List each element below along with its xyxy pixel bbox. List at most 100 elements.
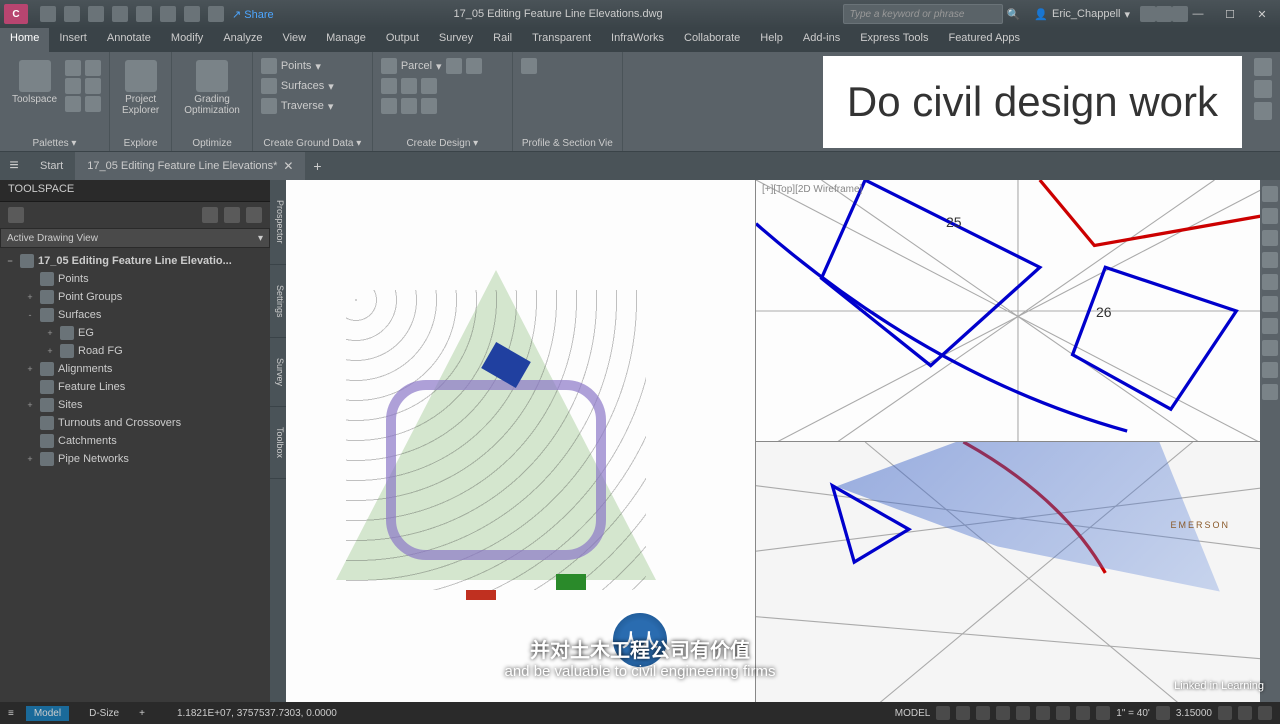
traverse-dropdown[interactable]: Traverse ▾ — [261, 98, 364, 114]
design-icon[interactable] — [401, 78, 417, 94]
doctab-menu-icon[interactable]: ≡ — [0, 152, 28, 180]
nav-icon[interactable] — [1262, 274, 1278, 290]
sb-icon[interactable] — [1056, 706, 1070, 720]
apps-icon[interactable] — [1156, 6, 1172, 22]
tab-survey[interactable]: Survey — [429, 28, 483, 52]
close-button[interactable]: ✕ — [1252, 4, 1272, 24]
project-explorer-button[interactable]: Project Explorer — [118, 56, 163, 120]
search-icon[interactable]: 🔍 — [1007, 8, 1021, 21]
save-icon[interactable] — [88, 6, 104, 22]
nav-icon[interactable] — [1262, 230, 1278, 246]
tree-node-surfaces[interactable]: -Surfaces — [4, 306, 266, 324]
sidetab-survey[interactable]: Survey — [270, 338, 286, 407]
user-menu[interactable]: 👤 Eric_Chappell ▾ — [1034, 8, 1130, 21]
tab-rail[interactable]: Rail — [483, 28, 522, 52]
tree-node-turnouts[interactable]: Turnouts and Crossovers — [4, 414, 266, 432]
tab-featured[interactable]: Featured Apps — [938, 28, 1030, 52]
nav-icon[interactable] — [1262, 296, 1278, 312]
saveas-icon[interactable] — [112, 6, 128, 22]
design-icon[interactable] — [466, 58, 482, 74]
tree-node-alignments[interactable]: +Alignments — [4, 360, 266, 378]
nav-icon[interactable] — [1262, 208, 1278, 224]
tab-addins[interactable]: Add-ins — [793, 28, 850, 52]
tab-infraworks[interactable]: InfraWorks — [601, 28, 674, 52]
design-icon[interactable] — [421, 98, 437, 114]
tab-active-doc[interactable]: 17_05 Editing Feature Line Elevations* ✕ — [75, 152, 305, 180]
tree-node-featurelines[interactable]: Feature Lines — [4, 378, 266, 396]
viewport-label[interactable]: [+][Top][2D Wireframe] — [762, 184, 862, 195]
surfaces-dropdown[interactable]: Surfaces ▾ — [261, 78, 364, 94]
plot-icon[interactable] — [136, 6, 152, 22]
nav-icon[interactable] — [1262, 252, 1278, 268]
minimize-button[interactable]: — — [1188, 4, 1208, 24]
tree-node-eg[interactable]: +EG — [4, 324, 266, 342]
nav-icon[interactable] — [1262, 186, 1278, 202]
tree-node-roadfg[interactable]: +Road FG — [4, 342, 266, 360]
tab-start[interactable]: Start — [28, 152, 75, 180]
ts-tool-icon[interactable] — [202, 207, 218, 223]
palette-icon[interactable] — [65, 96, 81, 112]
nav-icon[interactable] — [1262, 318, 1278, 334]
tab-manage[interactable]: Manage — [316, 28, 376, 52]
sb-icon[interactable] — [1016, 706, 1030, 720]
palette-icon[interactable] — [65, 78, 81, 94]
redo-icon[interactable] — [208, 6, 224, 22]
grading-opt-button[interactable]: Grading Optimization — [180, 56, 244, 120]
new-icon[interactable] — [40, 6, 56, 22]
sb-icon[interactable] — [996, 706, 1010, 720]
model-indicator[interactable]: MODEL — [895, 708, 931, 719]
view-selector[interactable]: Active Drawing View▾ — [0, 228, 270, 248]
ribbon-tool-icon[interactable] — [1254, 80, 1272, 98]
undo-icon[interactable] — [184, 6, 200, 22]
ribbon-tool-icon[interactable] — [1254, 102, 1272, 120]
design-icon[interactable] — [401, 98, 417, 114]
app-logo[interactable]: C — [4, 4, 28, 24]
nav-icon[interactable] — [1262, 384, 1278, 400]
ts-help-icon[interactable] — [246, 207, 262, 223]
sb-icon[interactable] — [1218, 706, 1232, 720]
tree-node-pointgroups[interactable]: +Point Groups — [4, 288, 266, 306]
close-tab-icon[interactable]: ✕ — [283, 159, 293, 173]
viewport-bottom-right[interactable]: EMERSON — [756, 442, 1280, 703]
search-input[interactable]: Type a keyword or phrase — [843, 4, 1003, 24]
tree-node-pipenetworks[interactable]: +Pipe Networks — [4, 450, 266, 468]
sb-icon[interactable] — [1036, 706, 1050, 720]
tab-insert[interactable]: Insert — [49, 28, 97, 52]
ts-tool-icon[interactable] — [8, 207, 24, 223]
palette-icon[interactable] — [65, 60, 81, 76]
scale-display[interactable]: 1" = 40' — [1116, 708, 1150, 719]
add-layout-button[interactable]: + — [139, 708, 145, 719]
palette-icon[interactable] — [85, 78, 101, 94]
tab-output[interactable]: Output — [376, 28, 429, 52]
ribbon-tool-icon[interactable] — [1254, 58, 1272, 76]
share-button[interactable]: ↗ Share — [232, 8, 274, 21]
design-icon[interactable] — [421, 78, 437, 94]
design-icon[interactable] — [381, 98, 397, 114]
ts-tool-icon[interactable] — [224, 207, 240, 223]
tree-root[interactable]: − 17_05 Editing Feature Line Elevatio... — [4, 252, 266, 270]
tree-node-sites[interactable]: +Sites — [4, 396, 266, 414]
sidetab-prospector[interactable]: Prospector — [270, 180, 286, 265]
sb-settings-icon[interactable] — [1258, 706, 1272, 720]
toolspace-button[interactable]: Toolspace — [8, 56, 61, 116]
design-icon[interactable] — [446, 58, 462, 74]
parcel-dropdown[interactable]: Parcel ▾ — [381, 58, 504, 74]
tree-node-points[interactable]: Points — [4, 270, 266, 288]
add-tab-button[interactable]: + — [305, 158, 329, 174]
tab-analyze[interactable]: Analyze — [213, 28, 272, 52]
tree-node-catchments[interactable]: Catchments — [4, 432, 266, 450]
sb-icon[interactable] — [1238, 706, 1252, 720]
model-tab[interactable]: Model — [26, 706, 69, 721]
maximize-button[interactable]: ☐ — [1220, 4, 1240, 24]
print-icon[interactable] — [160, 6, 176, 22]
dsize-tab[interactable]: D-Size — [81, 706, 127, 721]
tab-annotate[interactable]: Annotate — [97, 28, 161, 52]
sb-icon[interactable] — [976, 706, 990, 720]
tab-home[interactable]: Home — [0, 28, 49, 52]
statusbar-menu-icon[interactable]: ≡ — [8, 708, 14, 719]
nav-icon[interactable] — [1262, 362, 1278, 378]
sb-icon[interactable] — [1076, 706, 1090, 720]
sidetab-toolbox[interactable]: Toolbox — [270, 407, 286, 479]
help-icon[interactable] — [1172, 6, 1188, 22]
open-icon[interactable] — [64, 6, 80, 22]
